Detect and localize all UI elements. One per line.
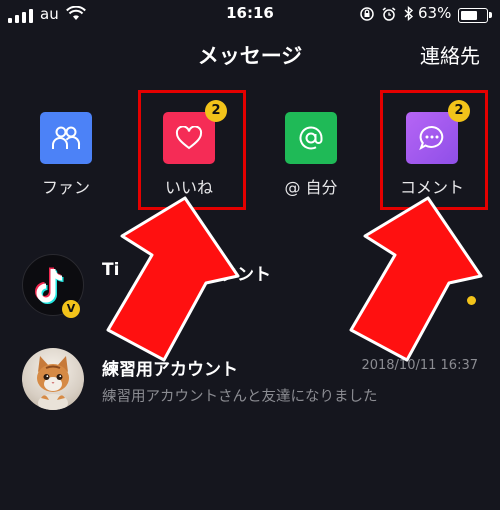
message-preview: く bbox=[160, 292, 175, 308]
kitten-photo-icon bbox=[37, 356, 69, 410]
users-icon bbox=[52, 126, 81, 149]
fans-tile[interactable] bbox=[40, 112, 92, 164]
message-time: 昨日 bbox=[451, 266, 478, 281]
battery-icon bbox=[458, 8, 492, 23]
message-time: 2018/10/11 16:37 bbox=[361, 358, 478, 373]
verified-badge-icon: V bbox=[62, 300, 80, 318]
message-item-assistant[interactable]: V Ti シスタント く 昨日 bbox=[0, 246, 500, 330]
rotation-lock-icon bbox=[360, 6, 374, 21]
mentions-tile[interactable] bbox=[285, 112, 337, 164]
highlight-box-likes bbox=[138, 90, 246, 210]
message-sender-tail: シスタント bbox=[186, 265, 271, 285]
unread-dot bbox=[467, 296, 476, 305]
message-sender: Ti bbox=[102, 260, 120, 280]
kitten-avatar bbox=[22, 348, 84, 410]
bluetooth-icon bbox=[404, 6, 414, 21]
category-fans[interactable]: ファン bbox=[16, 112, 116, 198]
message-item-practice[interactable]: 練習用アカウント 2018/10/11 16:37 練習用アカウントさんと友達に… bbox=[0, 343, 500, 427]
contacts-button[interactable]: 連絡先 bbox=[420, 40, 480, 69]
at-icon bbox=[299, 126, 323, 150]
category-label: ファン bbox=[41, 178, 90, 197]
message-sender: 練習用アカウント bbox=[102, 360, 238, 380]
status-bar: au 16:16 63% bbox=[0, 0, 500, 30]
category-mentions[interactable]: @ 自分 bbox=[261, 112, 361, 198]
battery-percent: 63% bbox=[418, 4, 452, 22]
message-preview: 練習用アカウントさんと友達になりました bbox=[102, 389, 378, 405]
highlight-box-comments bbox=[380, 90, 488, 210]
category-label: @ 自分 bbox=[284, 178, 338, 197]
alarm-icon bbox=[382, 6, 396, 21]
